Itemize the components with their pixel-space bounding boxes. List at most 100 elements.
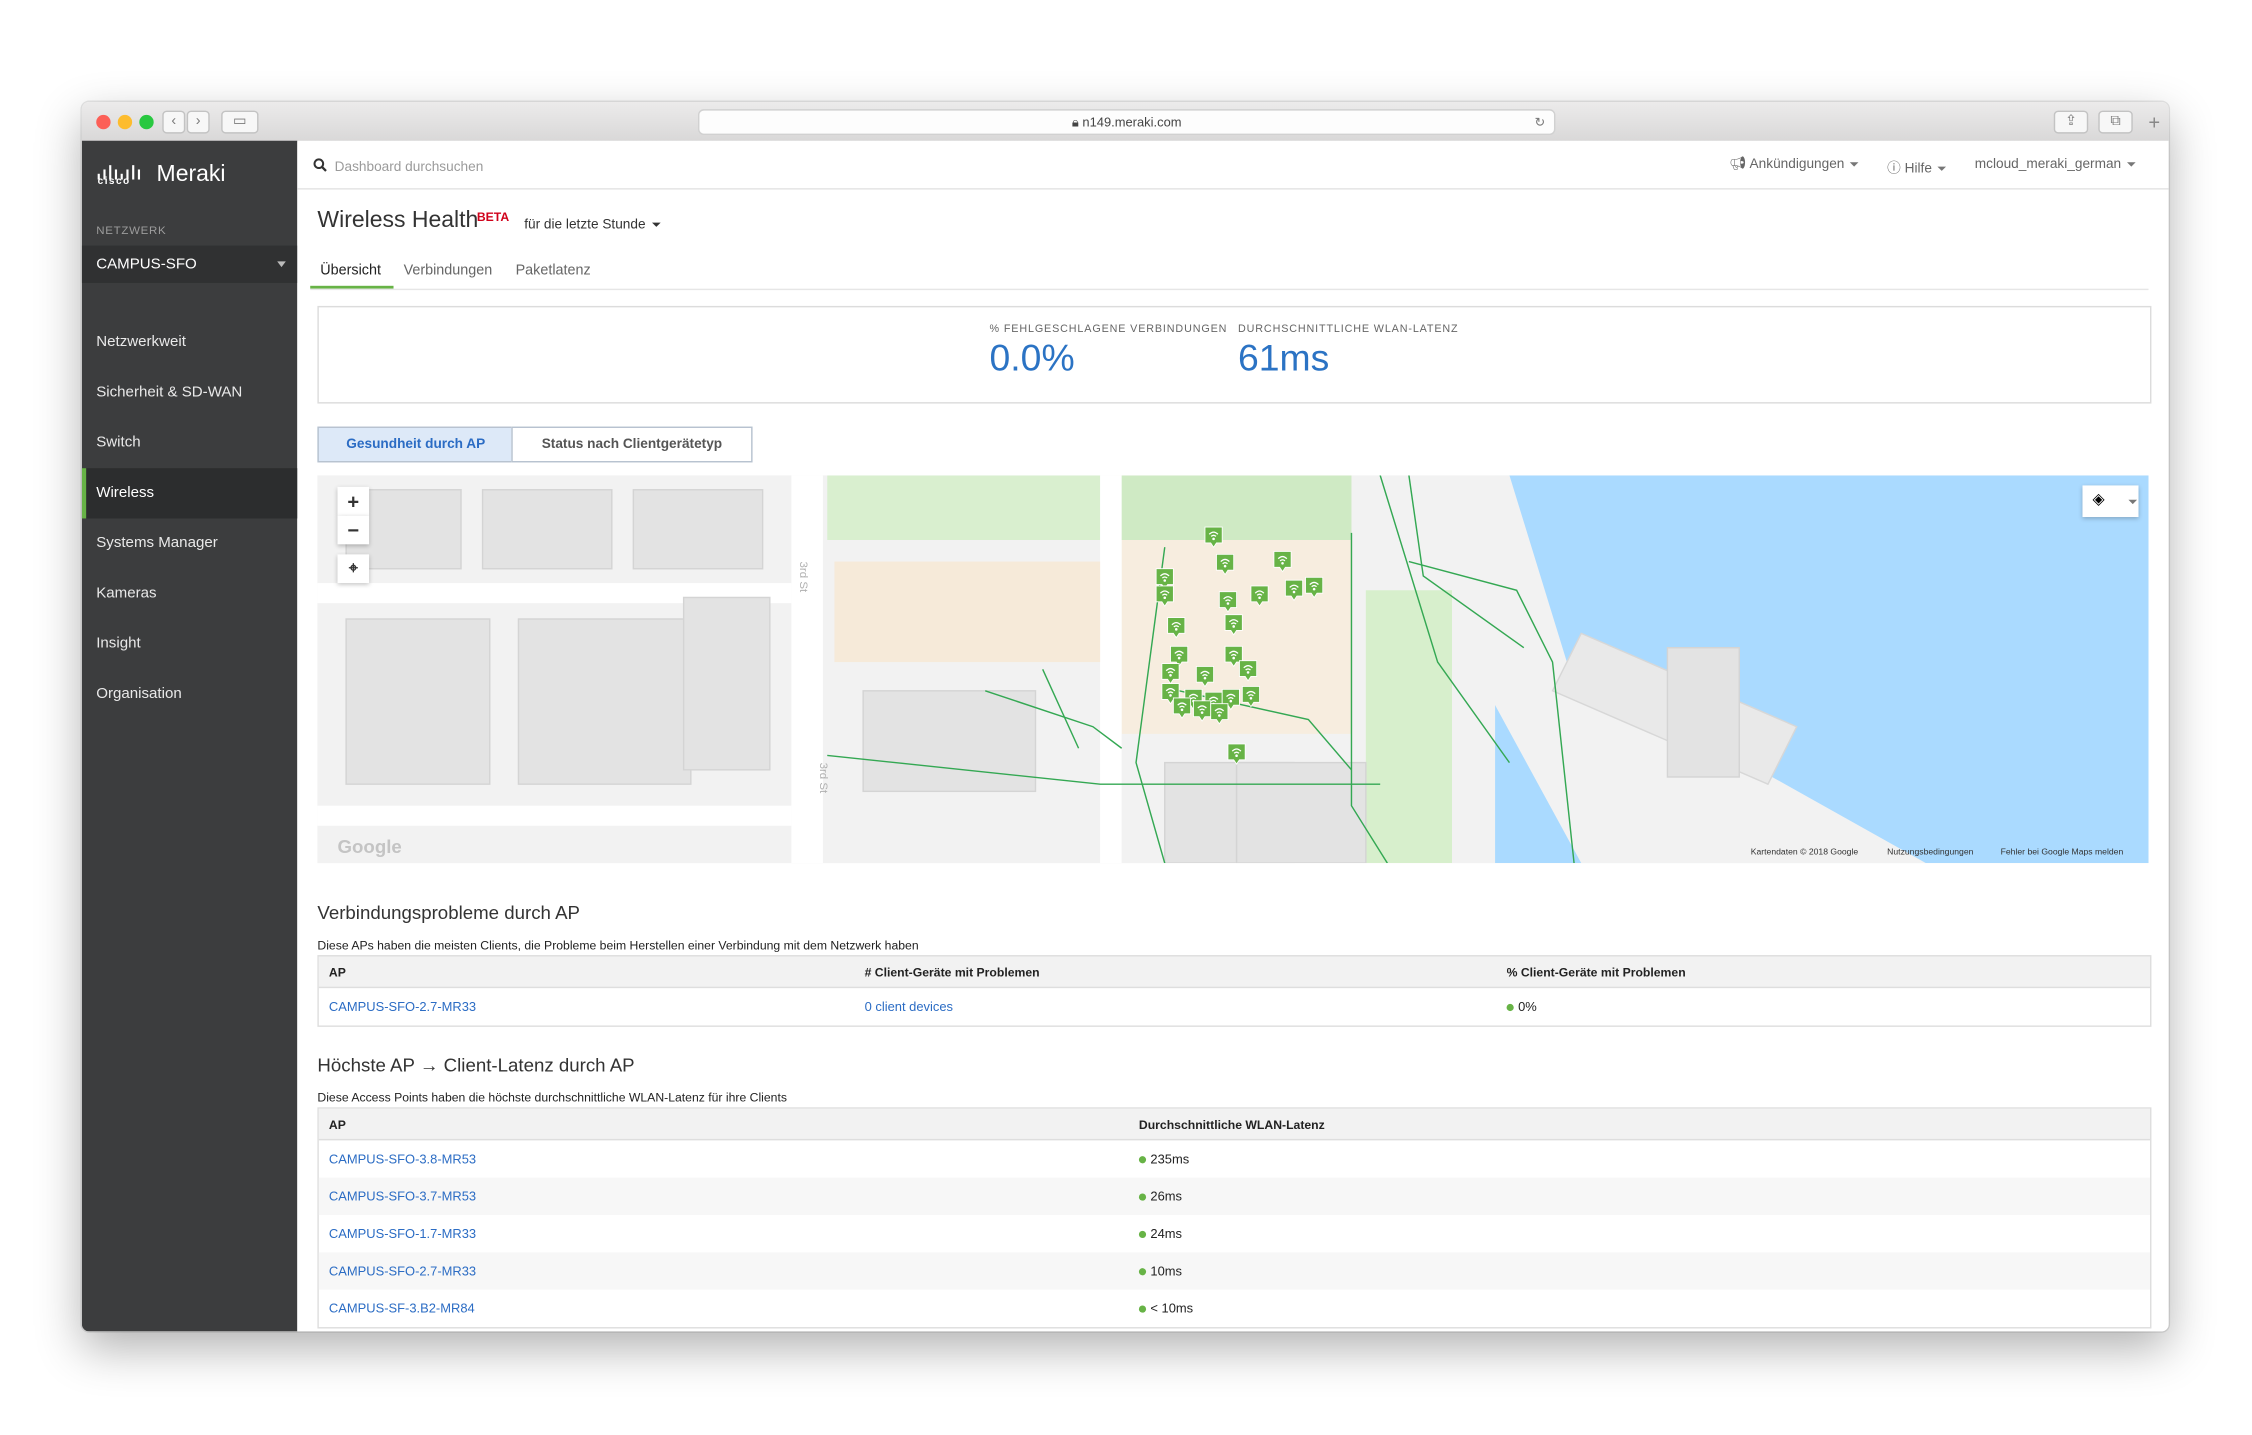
ap-link[interactable]: CAMPUS-SFO-2.7-MR33 [329, 1000, 476, 1014]
new-tab-icon[interactable]: + [2141, 111, 2167, 134]
column-header[interactable]: AP [329, 965, 346, 979]
sidebar-item-label: Wireless [96, 483, 155, 502]
column-header[interactable]: % Client-Geräte mit Problemen [1507, 965, 1686, 979]
chevron-down-icon [1937, 166, 1947, 171]
time-range-dropdown[interactable]: für die letzte Stunde [524, 217, 660, 233]
sidebar-item-organisation[interactable]: Organisation [82, 669, 297, 719]
avg-latency-label: DURCHSCHNITTLICHE WLAN-LATENZ [1238, 321, 1459, 335]
close-window-button[interactable] [96, 114, 111, 130]
chevron-down-icon [2126, 162, 2136, 167]
help-menu[interactable]: ⓘ Hilfe [1887, 157, 1947, 177]
zoom-window-button[interactable] [139, 114, 154, 130]
tab-overview[interactable]: Übersicht [320, 263, 381, 279]
status-dot [1138, 1193, 1147, 1201]
zoom-in-button[interactable]: + [337, 486, 370, 516]
status-dot [1138, 1268, 1147, 1276]
latency-cell: 24ms [1138, 1226, 1183, 1241]
column-header[interactable]: # Client-Geräte mit Problemen [865, 965, 1040, 979]
status-dot [1138, 1305, 1147, 1313]
map-attribution: Kartendaten © 2018 Google [1750, 848, 1859, 858]
ap-link[interactable]: CAMPUS-SFO-3.8-MR53 [329, 1152, 476, 1166]
client-devices-link[interactable]: 0 client devices [865, 1000, 953, 1014]
url-text: n149.meraki.com [1082, 114, 1182, 130]
share-icon[interactable]: ⇪ [2053, 110, 2089, 134]
layers-button[interactable]: ◈ [2082, 485, 2139, 518]
tab-connections[interactable]: Verbindungen [404, 263, 493, 279]
column-header[interactable]: AP [329, 1117, 346, 1131]
latency-table: AP Durchschnittliche WLAN-Latenz CAMPUS-… [317, 1107, 2152, 1329]
column-header[interactable]: Durchschnittliche WLAN-Latenz [1139, 1117, 1325, 1131]
browser-toolbar: ‹ › ▭ 🔒︎ n149.meraki.com ↻ ⇪ ⧉ + [81, 101, 2169, 143]
latency-cell: 235ms [1138, 1151, 1190, 1167]
sidebar-item-security[interactable]: Sicherheit & SD-WAN [82, 368, 297, 418]
user-menu[interactable]: mcloud_meraki_german [1975, 157, 2136, 172]
failed-connections-value: 0.0% [989, 336, 1075, 380]
sidebar-item-cameras[interactable]: Kameras [82, 569, 297, 619]
table-row: CAMPUS-SFO-3.7-MR53 26ms [318, 1177, 2150, 1216]
network-label: NETZWERK [96, 224, 167, 237]
address-bar[interactable]: 🔒︎ n149.meraki.com ↻ [697, 109, 1556, 136]
locate-icon[interactable]: ⌖ [337, 554, 370, 584]
connection-issues-table: AP # Client-Geräte mit Problemen % Clien… [317, 955, 2152, 1027]
ap-link[interactable]: CAMPUS-SF-3.B2-MR84 [329, 1301, 475, 1315]
sidebar-item-netzwerkweit[interactable]: Netzwerkweit [82, 317, 297, 367]
ap-link[interactable]: CAMPUS-SFO-1.7-MR33 [329, 1227, 476, 1241]
table-row: CAMPUS-SFO-1.7-MR33 24ms [319, 1215, 2150, 1252]
terms-link[interactable]: Nutzungsbedingungen [1887, 849, 1973, 858]
main-content: Dashboard durchsuchen 📢︎ Ankündigungen ⓘ… [297, 140, 2169, 1332]
chevron-down-icon [651, 222, 660, 227]
minimize-window-button[interactable] [117, 114, 133, 130]
chevron-down-icon [1850, 162, 1859, 167]
latency-value: 24ms [1150, 1226, 1183, 1241]
table-header: AP # Client-Geräte mit Problemen % Clien… [318, 956, 2150, 989]
ap-link[interactable]: CAMPUS-SFO-2.7-MR33 [329, 1264, 476, 1278]
sidebar-item-systems-manager[interactable]: Systems Manager [82, 518, 297, 568]
pct-cell: 0% [1506, 1000, 1537, 1014]
connection-issues-subtitle: Diese APs haben die meisten Clients, die… [317, 937, 919, 953]
megaphone-icon: 📢︎ [1729, 156, 1747, 173]
table-row: CAMPUS-SF-3.B2-MR84 < 10ms [319, 1290, 2150, 1327]
street-label: 3rd St [797, 562, 809, 593]
health-by-ap-button[interactable]: Gesundheit durch AP [317, 426, 515, 463]
browser-window: ‹ › ▭ 🔒︎ n149.meraki.com ↻ ⇪ ⧉ + cisco M… [81, 101, 2169, 1332]
layers-icon: ◈ [2092, 491, 2105, 509]
status-dot [1138, 1231, 1147, 1239]
announcements-menu[interactable]: 📢︎ Ankündigungen [1729, 156, 1859, 173]
tabs-overview-icon[interactable]: ⧉ [2098, 110, 2133, 134]
latency-cell: 10ms [1138, 1264, 1182, 1278]
ap-link[interactable]: CAMPUS-SFO-3.7-MR53 [329, 1189, 476, 1203]
meraki-brand[interactable]: Meraki [157, 162, 226, 188]
tabs-divider [310, 288, 2149, 291]
sidebar-item-insight[interactable]: Insight [82, 619, 297, 669]
reload-icon[interactable]: ↻ [1535, 111, 1546, 134]
latency-value: 235ms [1150, 1151, 1190, 1167]
back-icon[interactable]: ‹ [162, 110, 186, 134]
latency-title: Höchste AP → Client-Latenz durch AP [317, 1054, 635, 1076]
sidebar-item-switch[interactable]: Switch [82, 418, 297, 468]
latency-cell: 26ms [1138, 1189, 1183, 1204]
beta-badge: BETA [476, 209, 510, 225]
sidebar-item-label: Systems Manager [96, 534, 218, 552]
cisco-wordmark: cisco [97, 176, 131, 187]
sidebar-item-label: Switch [96, 433, 141, 451]
report-error-link[interactable]: Fehler bei Google Maps melden [2001, 849, 2124, 858]
zoom-out-button[interactable]: − [337, 515, 370, 545]
sidebar-toggle-icon[interactable]: ▭ [221, 110, 259, 134]
announcements-label: Ankündigungen [1749, 156, 1845, 173]
help-icon: ⓘ [1887, 160, 1901, 177]
status-dot [1138, 1156, 1147, 1164]
network-selector[interactable]: CAMPUS-SFO [81, 245, 298, 283]
forward-icon[interactable]: › [186, 110, 210, 134]
network-value: CAMPUS-SFO [96, 255, 197, 273]
top-bar: Dashboard durchsuchen 📢︎ Ankündigungen ⓘ… [297, 141, 2169, 190]
search-input[interactable]: Dashboard durchsuchen [335, 159, 484, 175]
map-canvas[interactable]: 3rd St 3rd St [317, 475, 2149, 864]
status-by-client-type-button[interactable]: Status nach Clientgerätetyp [511, 426, 753, 463]
ap-map[interactable]: 3rd St 3rd St + − ⌖ ◈ Google Kartendaten… [317, 475, 2149, 864]
sidebar-item-label: Netzwerkweit [96, 333, 186, 351]
tab-packet-latency[interactable]: Paketlatenz [516, 263, 591, 279]
cisco-logo-icon [97, 165, 141, 180]
latency-value: 26ms [1150, 1189, 1183, 1204]
latency-value: < 10ms [1150, 1301, 1194, 1316]
sidebar-item-wireless[interactable]: Wireless [81, 468, 302, 519]
